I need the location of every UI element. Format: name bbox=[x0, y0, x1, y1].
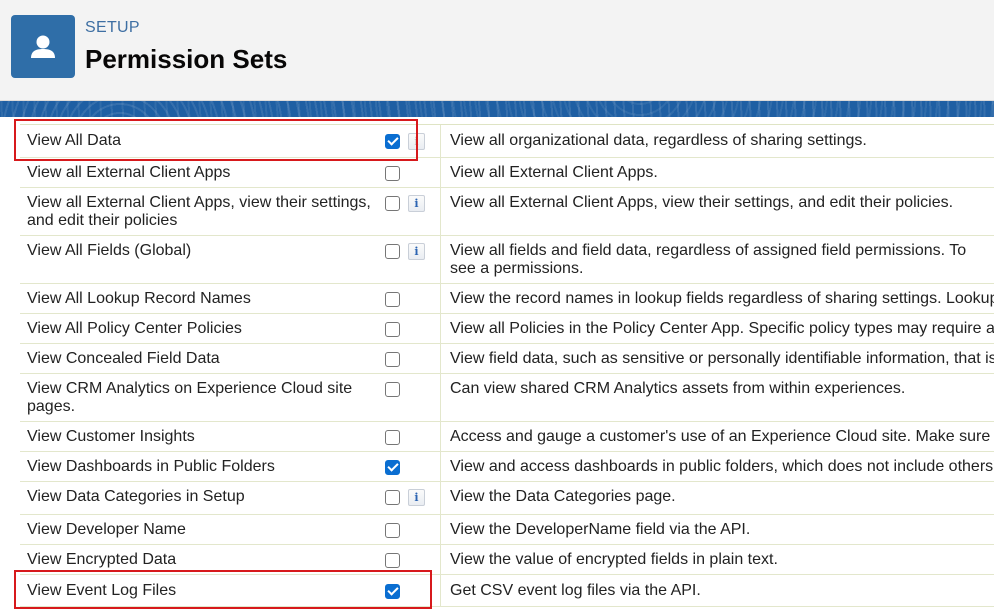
permission-description: View the Data Categories page. bbox=[450, 488, 676, 505]
user-icon bbox=[31, 35, 55, 58]
permission-set-icon bbox=[11, 15, 75, 78]
permission-label: View Customer Insights bbox=[27, 428, 195, 445]
permission-description: View the record names in lookup fields r… bbox=[450, 290, 994, 307]
table-row: View CRM Analytics on Experience Cloud s… bbox=[20, 374, 994, 422]
permissions-table: View All Data i View all organizational … bbox=[20, 124, 994, 607]
column-divider bbox=[440, 575, 441, 606]
permission-label: View Encrypted Data bbox=[27, 551, 177, 568]
permission-checkbox[interactable] bbox=[385, 460, 400, 475]
table-row: View All Fields (Global) i View all fiel… bbox=[20, 236, 994, 284]
column-divider bbox=[440, 188, 441, 235]
table-row: View Dashboards in Public Folders View a… bbox=[20, 452, 994, 482]
permission-checkbox[interactable] bbox=[385, 244, 400, 259]
permission-description: Access and gauge a customer's use of an … bbox=[450, 428, 994, 445]
table-row: View all External Client Apps View all E… bbox=[20, 158, 994, 188]
permission-label: View Data Categories in Setup bbox=[27, 488, 245, 505]
table-row: View Data Categories in Setup i View the… bbox=[20, 482, 994, 515]
column-divider bbox=[440, 158, 441, 187]
highlight-box bbox=[14, 119, 418, 161]
permission-label: View Concealed Field Data bbox=[27, 350, 220, 367]
info-icon[interactable]: i bbox=[408, 243, 425, 260]
permission-checkbox[interactable] bbox=[385, 196, 400, 211]
permission-description: View and access dashboards in public fol… bbox=[450, 458, 994, 475]
table-row: View Customer Insights Access and gauge … bbox=[20, 422, 994, 452]
column-divider bbox=[440, 482, 441, 514]
permission-description: View the value of encrypted fields in pl… bbox=[450, 551, 778, 568]
page-header: SETUP Permission Sets bbox=[0, 0, 994, 101]
column-divider bbox=[440, 125, 441, 157]
permission-checkbox[interactable] bbox=[385, 430, 400, 445]
permission-description: View all Policies in the Policy Center A… bbox=[450, 320, 994, 337]
permission-description: View all External Client Apps. bbox=[450, 164, 658, 181]
column-divider bbox=[440, 344, 441, 373]
permission-description: Can view shared CRM Analytics assets fro… bbox=[450, 380, 906, 397]
column-divider bbox=[440, 422, 441, 451]
table-row: View Concealed Field Data View field dat… bbox=[20, 344, 994, 374]
permission-description: View field data, such as sensitive or pe… bbox=[450, 350, 994, 367]
permission-label: View All Policy Center Policies bbox=[27, 320, 242, 337]
column-divider bbox=[440, 374, 441, 421]
info-icon[interactable]: i bbox=[408, 489, 425, 506]
column-divider bbox=[440, 236, 441, 283]
permission-checkbox[interactable] bbox=[385, 382, 400, 397]
column-divider bbox=[440, 284, 441, 313]
permission-label: View All Lookup Record Names bbox=[27, 290, 251, 307]
permission-checkbox[interactable] bbox=[385, 553, 400, 568]
permission-checkbox[interactable] bbox=[385, 166, 400, 181]
column-divider bbox=[440, 452, 441, 481]
permission-description: View the DeveloperName field via the API… bbox=[450, 521, 751, 538]
decorative-banner bbox=[0, 101, 994, 117]
permission-description: View all External Client Apps, view thei… bbox=[450, 194, 954, 211]
permission-description: View all organizational data, regardless… bbox=[450, 132, 867, 149]
permission-checkbox[interactable] bbox=[385, 292, 400, 307]
permission-description: View all fields and field data, regardle… bbox=[450, 242, 967, 277]
table-row: View All Lookup Record Names View the re… bbox=[20, 284, 994, 314]
table-row: View All Policy Center Policies View all… bbox=[20, 314, 994, 344]
permission-label: View CRM Analytics on Experience Cloud s… bbox=[27, 380, 353, 415]
highlight-box bbox=[14, 570, 432, 609]
permission-checkbox[interactable] bbox=[385, 490, 400, 505]
permission-checkbox[interactable] bbox=[385, 523, 400, 538]
column-divider bbox=[440, 314, 441, 343]
permission-checkbox[interactable] bbox=[385, 322, 400, 337]
column-divider bbox=[440, 545, 441, 574]
permission-description: Get CSV event log files via the API. bbox=[450, 582, 701, 599]
permission-checkbox[interactable] bbox=[385, 352, 400, 367]
permission-label: View Dashboards in Public Folders bbox=[27, 458, 275, 475]
table-row: View Developer Name View the DeveloperNa… bbox=[20, 515, 994, 545]
breadcrumb[interactable]: SETUP bbox=[85, 19, 140, 37]
table-row: View all External Client Apps, view thei… bbox=[20, 188, 994, 236]
permission-label: View all External Client Apps, view thei… bbox=[27, 194, 371, 229]
permission-label: View Developer Name bbox=[27, 521, 186, 538]
column-divider bbox=[440, 515, 441, 544]
permission-label: View All Fields (Global) bbox=[27, 242, 192, 259]
info-icon[interactable]: i bbox=[408, 195, 425, 212]
page-title: Permission Sets bbox=[85, 44, 288, 74]
permission-label: View all External Client Apps bbox=[27, 164, 231, 181]
